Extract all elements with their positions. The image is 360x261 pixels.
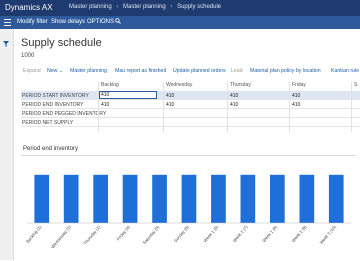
page-title: Supply schedule: [21, 37, 102, 49]
breadcrumb-separator: ›: [170, 4, 173, 10]
grid-cell[interactable]: 410: [230, 102, 238, 108]
x-tick-label: Sunday (6): [173, 224, 190, 243]
master-planning-button[interactable]: Master planning: [70, 68, 107, 74]
x-tick-label: Friday (4): [116, 224, 132, 241]
period-end-inventory-chart: Period end inventory Backlog (1) Wednesda…: [21, 146, 360, 256]
chart-bar[interactable]: [181, 174, 197, 223]
chart-bar[interactable]: [34, 174, 50, 223]
grid-cell[interactable]: 410: [292, 102, 300, 108]
grid-row[interactable]: PERIOD NET SUPPLY: [21, 118, 360, 127]
breadcrumb-item[interactable]: Master planning: [123, 4, 166, 10]
column-divider: [98, 82, 99, 132]
row-label: PERIOD END INVENTORY: [22, 101, 84, 108]
bar-chart-svg: Backlog (1) Wednesday (1) Thursday (1) Frid…: [25, 174, 351, 249]
x-tick-label: Week 3 (10): [319, 224, 338, 245]
column-header[interactable]: Backlog: [101, 82, 119, 90]
chart-bar[interactable]: [240, 174, 256, 223]
left-rail: [0, 29, 14, 260]
chevron-down-icon: ⌄: [58, 68, 64, 74]
kanban-rule-button[interactable]: Kanban rule: [331, 68, 359, 74]
action-bar: Modify filter Show delays OPTIONS: [0, 16, 360, 29]
column-header[interactable]: Thursday: [230, 82, 251, 90]
breadcrumb-item[interactable]: Supply schedule: [177, 4, 221, 10]
grid-cell[interactable]: 410: [99, 90, 157, 99]
row-label: PERIOD END PEGGED INVENTORY: [22, 110, 107, 117]
column-divider: [227, 82, 228, 132]
x-tick-label: Wednesday (1): [50, 224, 72, 249]
chart-bar[interactable]: [211, 174, 226, 223]
x-tick-label: Week 1 (7): [232, 224, 249, 243]
chart-area: Backlog (1) Wednesday (1) Thursday (1) Frid…: [21, 155, 356, 256]
column-divider: [163, 82, 164, 132]
chart-bar[interactable]: [63, 174, 79, 223]
grid-row[interactable]: PERIOD END PEGGED INVENTORY: [21, 109, 360, 118]
grid-row[interactable]: PERIOD END INVENTORY 410 410 410 410: [21, 100, 360, 109]
breadcrumb: Master planning › Master planning › Supp…: [69, 4, 224, 10]
chart-bar[interactable]: [328, 174, 344, 223]
grid-cell[interactable]: 410: [166, 102, 174, 108]
grid-cell[interactable]: 410: [166, 93, 174, 99]
grid-row[interactable]: PERIOD START INVENTORY 410 410 410 410: [21, 90, 360, 100]
x-tick-label: Thursday (1): [82, 224, 101, 246]
expand-button[interactable]: Expand: [23, 68, 41, 74]
x-tick-label: Backlog (1): [25, 224, 43, 244]
material-plan-policy-button[interactable]: Material plan policy by location: [250, 68, 321, 74]
x-tick-label: Week 1 (8): [261, 224, 278, 243]
hamburger-menu-icon[interactable]: [4, 19, 11, 26]
chart-bar[interactable]: [270, 174, 285, 223]
filter-funnel-icon[interactable]: [3, 41, 9, 47]
x-tick-label: Saturday (5): [142, 224, 161, 245]
update-planned-orders-button[interactable]: Update planned orders: [173, 68, 226, 74]
show-delays-button[interactable]: Show delays: [51, 19, 85, 25]
grid-cell[interactable]: 410: [292, 93, 300, 99]
title-bar: Dynamics AX Master planning › Master pla…: [0, 0, 360, 16]
column-header[interactable]: Wednesday: [166, 82, 192, 90]
breadcrumb-separator: ›: [116, 4, 119, 10]
page-subtitle: 1000: [21, 53, 35, 59]
report-as-finished-button[interactable]: Mau report as finished: [115, 68, 166, 74]
column-header[interactable]: Friday: [292, 82, 306, 90]
new-button-label: New: [47, 68, 58, 74]
lead-button[interactable]: Lead: [231, 68, 243, 74]
grid-cell[interactable]: 410: [230, 93, 238, 99]
new-button[interactable]: New ⌄: [47, 68, 63, 74]
x-tick-label: Week 1 (6): [202, 224, 219, 243]
chart-bar[interactable]: [93, 174, 108, 223]
options-button[interactable]: OPTIONS: [87, 19, 114, 25]
search-icon[interactable]: [115, 18, 121, 24]
row-label: PERIOD NET SUPPLY: [22, 119, 74, 126]
x-tick-label: Week 1 (9): [291, 224, 308, 243]
column-header[interactable]: S: [354, 82, 357, 90]
breadcrumb-item[interactable]: Master planning: [69, 4, 112, 10]
chart-bar[interactable]: [299, 174, 315, 223]
chart-title: Period end inventory: [23, 146, 79, 152]
row-label: PERIOD START INVENTORY: [22, 92, 89, 99]
column-divider: [289, 82, 290, 132]
app-title: Dynamics AX: [5, 3, 53, 12]
chart-bar[interactable]: [122, 174, 138, 223]
grid-cell[interactable]: 410: [101, 102, 109, 108]
modify-filter-button[interactable]: Modify filter: [17, 19, 48, 25]
chart-bar[interactable]: [152, 174, 167, 223]
column-divider: [351, 82, 352, 132]
